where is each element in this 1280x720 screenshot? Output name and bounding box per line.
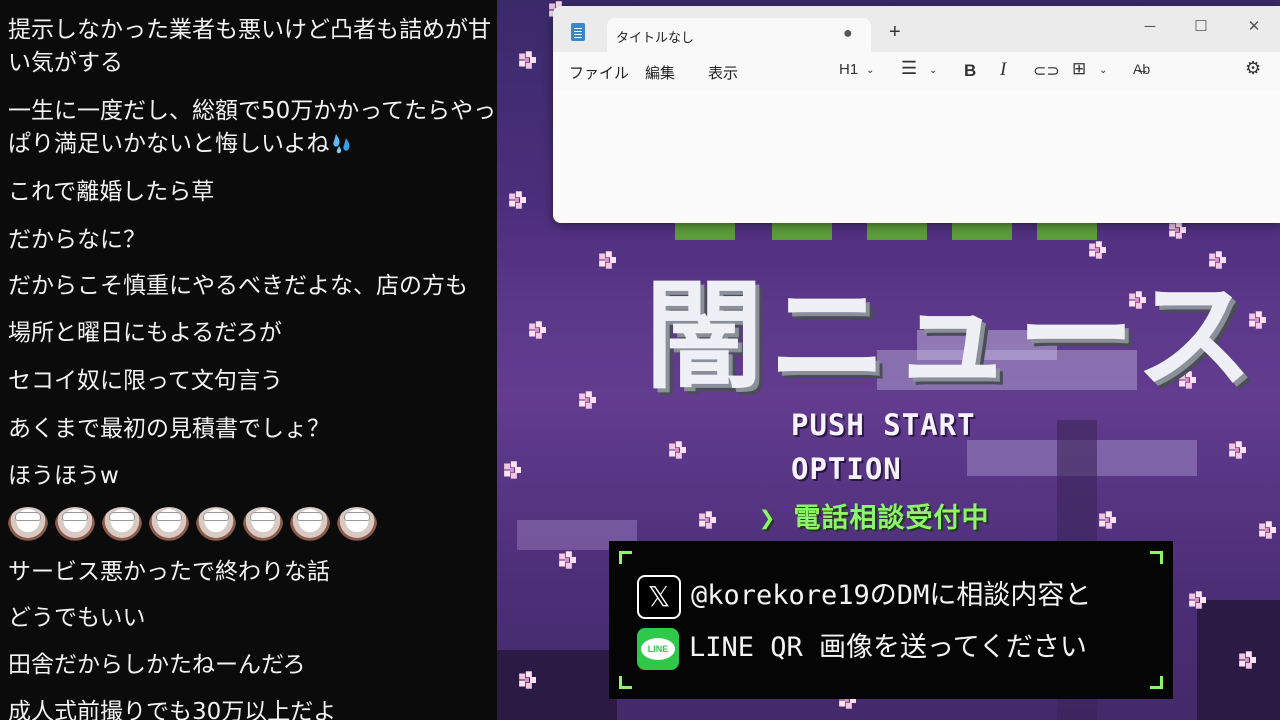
menu-edit[interactable]: 編集 — [645, 62, 675, 83]
cursor-arrow-icon: ❯ — [759, 503, 777, 534]
bold-button[interactable]: B — [964, 61, 976, 81]
maximize-button[interactable]: ☐ — [1184, 12, 1218, 42]
chat-message: サービス悪かったで終わりな話 — [8, 559, 330, 585]
x-dm-line: 𝕏 @korekore19のDMに相談内容と — [637, 573, 1091, 619]
line-qr-text: LINE QR 画像を送ってください — [689, 632, 1087, 663]
notepad-window: タイトルなし ● + ─ ☐ ✕ ファイル 編集 表示 H1 ⌄ ☰ ⌄ B I… — [553, 6, 1280, 223]
chat-message: 田舎だからしかたねーんだろ — [8, 652, 306, 678]
menu-view[interactable]: 表示 — [708, 62, 738, 83]
emote-stamp-icon — [55, 507, 95, 541]
italic-button[interactable]: I — [1000, 59, 1006, 81]
line-logo-icon: LINE — [637, 627, 679, 670]
chat-message: あくまで最初の見積書でしょ？ — [8, 416, 330, 442]
chat-message: セコイ奴に限って文句言う — [8, 368, 283, 394]
menu-push-start[interactable]: PUSH START — [791, 408, 976, 442]
info-dialog: 𝕏 @korekore19のDMに相談内容と LINE LINE QR 画像を送って… — [609, 541, 1173, 699]
minimize-button[interactable]: ─ — [1133, 12, 1167, 42]
text-editor-area[interactable] — [553, 90, 1280, 223]
unsaved-dot-icon[interactable]: ● — [843, 25, 853, 43]
chat-message-text: 一生に一度だし、総額で50万かかってたらやっぱり満足いかないと悔しいよね — [8, 98, 497, 157]
game-title: 闇ニュース — [645, 267, 1260, 405]
spellcheck-icon[interactable]: A̶b — [1133, 61, 1150, 77]
new-tab-button[interactable]: + — [889, 22, 901, 42]
chat-message: 一生に一度だし、総額で50万かかってたらやっぱり満足いかないと悔しいよね — [8, 95, 497, 161]
chat-message: 提示しなかった業者も悪いけど凸者も詰めが甘い気がする — [8, 17, 491, 76]
chat-panel: 提示しなかった業者も悪いけど凸者も詰めが甘い気がする 一生に一度だし、総額で50… — [0, 0, 497, 720]
chat-message: これで離婚したら草 — [8, 179, 215, 205]
emote-stamp-icon — [8, 507, 48, 541]
table-icon[interactable]: ⊞ — [1072, 59, 1086, 79]
emote-stamp-icon — [149, 507, 189, 541]
corner-bracket — [619, 676, 632, 689]
corner-bracket — [619, 551, 632, 564]
emote-stamp-icon — [337, 507, 377, 541]
notepad-app-icon — [571, 23, 585, 41]
menu-phone-consult[interactable]: ❯ 電話相談受付中 — [759, 496, 990, 535]
line-qr-line: LINE LINE QR 画像を送ってください — [637, 625, 1087, 670]
emote-stamp-icon — [243, 507, 283, 541]
menu-bar: ファイル 編集 表示 H1 ⌄ ☰ ⌄ B I ⊂⊃ ⊞ ⌄ A̶b ⚙ — [553, 52, 1280, 90]
heading-dropdown[interactable]: H1 — [839, 61, 858, 78]
close-button[interactable]: ✕ — [1237, 12, 1271, 42]
chevron-down-icon[interactable]: ⌄ — [929, 65, 937, 76]
chat-message: ほうほうw — [8, 463, 119, 489]
link-icon[interactable]: ⊂⊃ — [1033, 61, 1060, 81]
settings-gear-icon[interactable]: ⚙ — [1245, 58, 1261, 79]
x-dm-text: @korekore19のDMに相談内容と — [691, 580, 1092, 611]
x-logo-icon: 𝕏 — [637, 574, 681, 619]
menu-file[interactable]: ファイル — [569, 62, 629, 83]
chevron-down-icon[interactable]: ⌄ — [866, 65, 874, 76]
chat-message: だからこそ慎重にやるべきだよな、店の方も — [8, 273, 468, 299]
chevron-down-icon[interactable]: ⌄ — [1099, 65, 1107, 76]
chat-message-stamps — [8, 507, 497, 551]
emote-stamp-icon — [290, 507, 330, 541]
title-bar[interactable]: タイトルなし ● + ─ ☐ ✕ — [553, 6, 1280, 52]
menu-option[interactable]: OPTION — [791, 452, 902, 486]
chat-message: 場所と曜日にもよるだろが — [8, 320, 282, 346]
tab-untitled[interactable]: タイトルなし ● — [607, 18, 871, 52]
chat-message: 成人式前撮りでも30万以上だよ — [8, 699, 337, 720]
sweat-drops-icon — [332, 134, 350, 154]
tab-title: タイトルなし — [616, 30, 695, 45]
chat-message: だからなに？ — [8, 227, 146, 253]
list-icon[interactable]: ☰ — [901, 58, 917, 79]
menu-phone-consult-label: 電話相談受付中 — [793, 503, 990, 534]
chat-message: どうでもいい — [8, 605, 146, 631]
emote-stamp-icon — [196, 507, 236, 541]
corner-bracket — [1150, 551, 1163, 564]
emote-stamp-icon — [102, 507, 142, 541]
corner-bracket — [1150, 676, 1163, 689]
